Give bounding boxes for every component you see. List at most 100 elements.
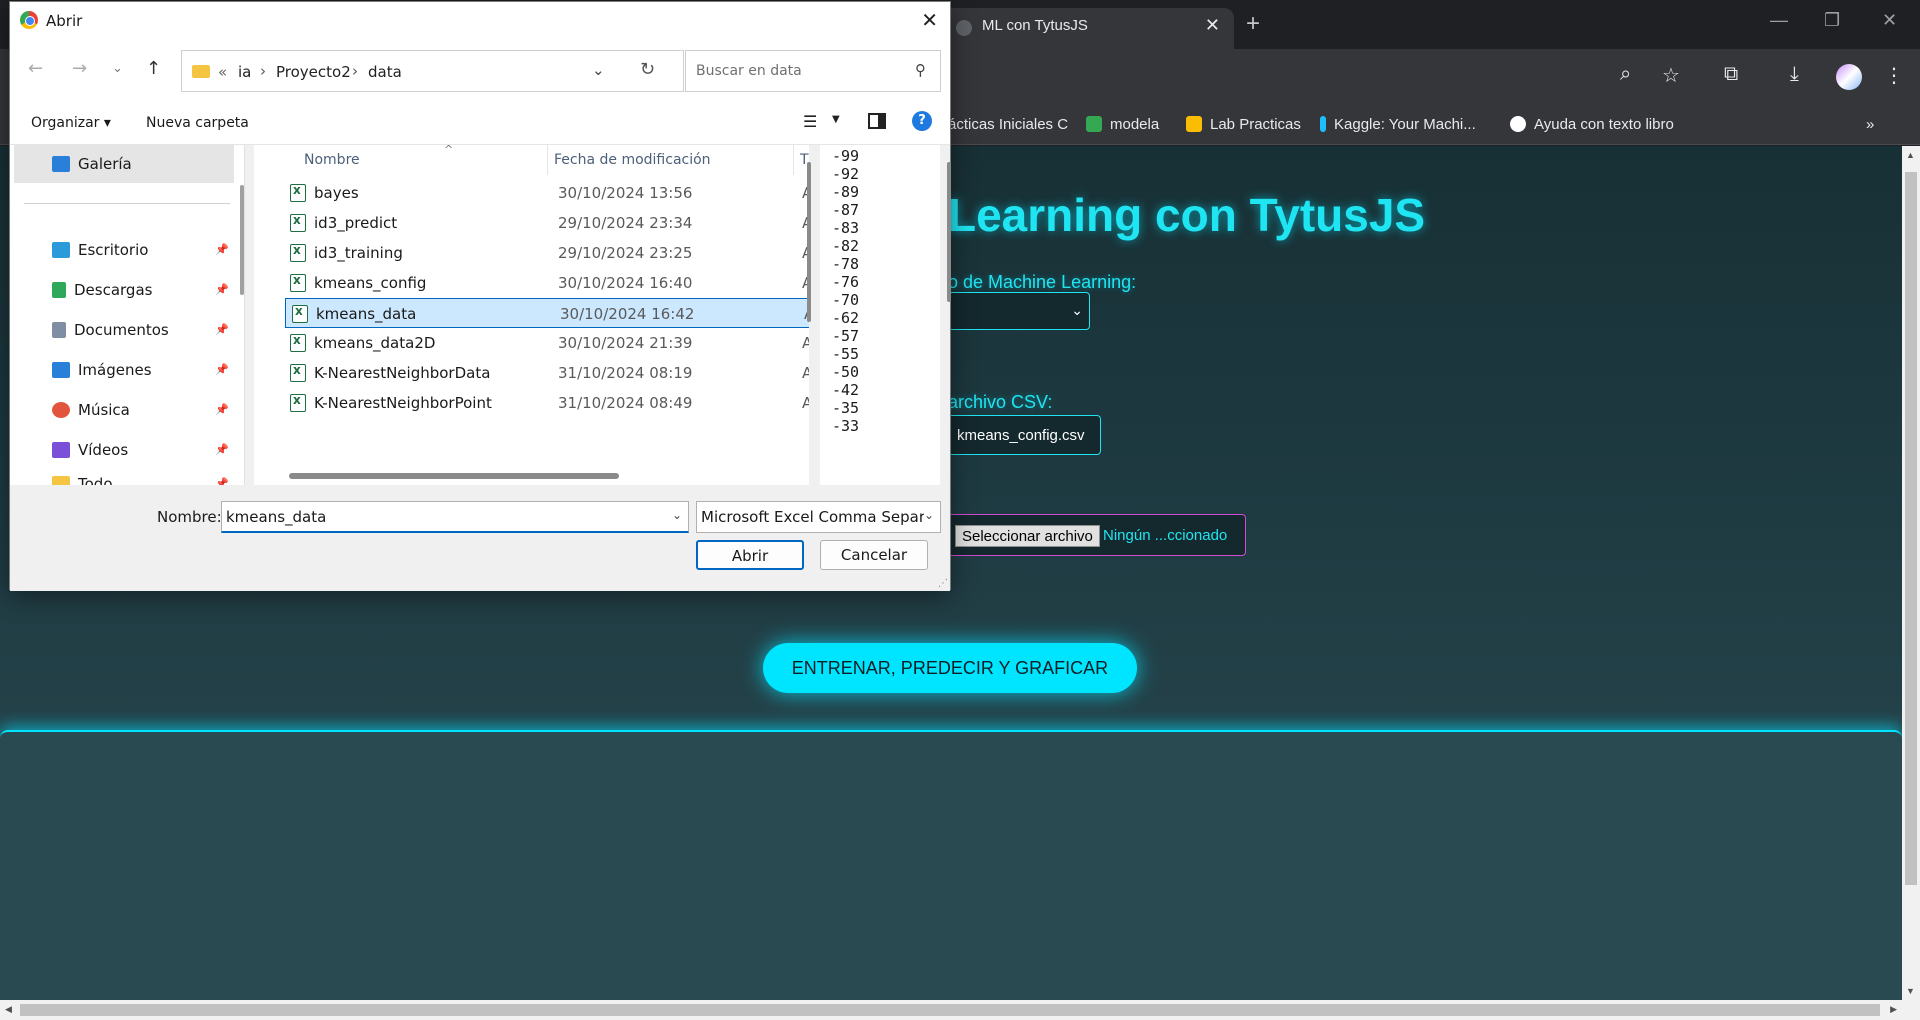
file-row[interactable]: id3_training 29/10/2024 23:25 A	[284, 238, 809, 268]
file-row[interactable]: bayes 30/10/2024 13:56 A	[284, 178, 809, 208]
sidebar-scrollbar[interactable]	[240, 185, 244, 295]
scroll-up-icon[interactable]: ▲	[1906, 150, 1915, 160]
pin-icon[interactable]: 📌	[215, 243, 229, 256]
download-icon[interactable]: ⤓	[1790, 63, 1799, 86]
file-row[interactable]: K-NearestNeighborPoint 31/10/2024 08:49 …	[284, 388, 809, 418]
menu-icon[interactable]: ⋮	[1884, 63, 1904, 88]
sidebar-item-pictures[interactable]: Imágenes	[52, 361, 152, 379]
sidebar-divider	[24, 203, 230, 204]
pin-icon[interactable]: 📌	[215, 283, 229, 296]
pin-icon[interactable]: 📌	[215, 443, 229, 456]
file-type-select[interactable]: Microsoft Excel Comma Separa ⌄	[696, 501, 941, 533]
preview-line: -99	[832, 147, 860, 165]
sidebar-item-downloads[interactable]: Descargas	[52, 281, 152, 299]
column-header-name[interactable]: Nombre	[304, 152, 360, 168]
new-tab-button[interactable]: +	[1246, 10, 1260, 38]
resize-grip-icon[interactable]: ⋰	[938, 578, 948, 589]
restore-icon[interactable]: ❐	[1824, 10, 1840, 31]
bookmark-star-icon[interactable]: ☆	[1662, 63, 1680, 88]
back-arrow-icon[interactable]: ←	[28, 58, 43, 79]
close-window-icon[interactable]: ✕	[1882, 10, 1897, 31]
select-file-button[interactable]: Seleccionar archivo	[955, 525, 1100, 547]
organize-button[interactable]: Organizar ▾	[31, 115, 111, 131]
bookmark-item[interactable]: ácticas Iniciales C	[948, 116, 1068, 133]
tab-close-icon[interactable]: ✕	[1205, 15, 1220, 36]
chevron-down-icon[interactable]: ▼	[832, 114, 840, 125]
pin-icon[interactable]: 📌	[215, 403, 229, 416]
pin-icon[interactable]: 📌	[215, 323, 229, 336]
bookmark-item[interactable]: modela	[1086, 116, 1159, 133]
file-row-selected[interactable]: kmeans_data 30/10/2024 16:42 A	[285, 298, 809, 328]
file-row[interactable]: kmeans_data2D 30/10/2024 21:39 A	[284, 328, 809, 358]
extensions-icon[interactable]: ⧉	[1724, 63, 1738, 86]
page-vertical-scrollbar[interactable]: ▲ ▼	[1902, 146, 1920, 1000]
sidebar-item-todo[interactable]: Todo	[52, 475, 113, 485]
refresh-icon[interactable]: ↻	[640, 59, 655, 80]
algorithm-label: o de Machine Learning:	[948, 272, 1137, 292]
file-row[interactable]: id3_predict 29/10/2024 23:34 A	[284, 208, 809, 238]
more-bookmarks-icon[interactable]: »	[1866, 116, 1874, 133]
minimize-icon[interactable]: —	[1770, 10, 1788, 31]
breadcrumb-ia[interactable]: ia	[238, 63, 251, 81]
profile-avatar[interactable]	[1836, 64, 1862, 90]
breadcrumb-overflow[interactable]: «	[218, 63, 227, 81]
help-icon[interactable]: ?	[912, 111, 932, 131]
bookmark-item[interactable]: Kaggle: Your Machi...	[1320, 116, 1476, 133]
search-input[interactable]: Buscar en data ⚲	[685, 50, 941, 92]
train-button[interactable]: ENTRENAR, PREDECIR Y GRAFICAR	[763, 643, 1137, 693]
file-list-horizontal-scrollbar[interactable]	[289, 473, 619, 479]
file-row[interactable]: K-NearestNeighborData 31/10/2024 08:19 A	[284, 358, 809, 388]
file-list-vertical-scrollbar[interactable]	[807, 162, 811, 322]
bookmark-icon	[1186, 116, 1202, 132]
scroll-thumb[interactable]	[1905, 172, 1917, 885]
open-button[interactable]: Abrir	[696, 540, 804, 570]
breadcrumb-proyecto2[interactable]: Proyecto2	[276, 63, 351, 81]
up-arrow-icon[interactable]: ↑	[146, 58, 161, 79]
algorithm-select[interactable]: ⌄	[948, 292, 1090, 330]
csv-file-input[interactable]: kmeans_config.csv	[948, 415, 1101, 455]
address-dropdown-icon[interactable]: ⌄	[592, 61, 605, 79]
folder-icon	[52, 476, 70, 485]
file-input: Seleccionar archivo Ningún ...ccionado	[948, 514, 1246, 556]
sidebar-item-documents[interactable]: Documentos	[52, 321, 169, 339]
view-options-icon[interactable]: ☰	[803, 112, 817, 131]
preview-line: -62	[832, 309, 860, 327]
scroll-thumb[interactable]	[20, 1004, 1880, 1016]
excel-file-icon	[290, 393, 306, 412]
breadcrumb-separator-icon: ›	[352, 62, 358, 80]
gallery-icon	[52, 156, 70, 172]
preview-line: -87	[832, 201, 860, 219]
cancel-button[interactable]: Cancelar	[820, 540, 928, 570]
pin-icon[interactable]: 📌	[215, 363, 229, 376]
chevron-down-icon[interactable]: ⌄	[672, 508, 682, 522]
address-bar[interactable]: « ia › Proyecto2 › data ⌄ ↻	[181, 50, 684, 92]
scroll-right-icon[interactable]: ▶	[1890, 1004, 1897, 1015]
sidebar-item-videos[interactable]: Vídeos	[52, 441, 128, 459]
preview-scrollbar[interactable]	[947, 162, 951, 302]
zoom-icon[interactable]: ⌕	[1620, 63, 1631, 86]
sidebar-item-desktop[interactable]: Escritorio	[52, 241, 148, 259]
sidebar-item-label: Galería	[52, 155, 132, 173]
forward-arrow-icon[interactable]: →	[72, 58, 87, 79]
bookmark-item[interactable]: Ayuda con texto libro	[1510, 116, 1674, 133]
file-list: ^ Nombre Fecha de modificación T bayes 3…	[254, 145, 809, 485]
scroll-left-icon[interactable]: ◀	[5, 1004, 12, 1015]
file-row[interactable]: kmeans_config 30/10/2024 16:40 A	[284, 268, 809, 298]
breadcrumb-data[interactable]: data	[368, 63, 402, 81]
column-separator[interactable]	[547, 145, 548, 175]
sort-ascending-icon: ^	[444, 145, 454, 156]
new-folder-button[interactable]: Nueva carpeta	[146, 115, 249, 131]
sidebar-item-music[interactable]: Música	[52, 401, 130, 419]
browser-tab[interactable]: ML con TytusJS ✕	[942, 8, 1234, 49]
dialog-close-icon[interactable]: ✕	[921, 8, 938, 32]
column-separator[interactable]	[793, 145, 794, 175]
scroll-down-icon[interactable]: ▼	[1906, 986, 1915, 996]
bookmark-item[interactable]: Lab Practicas	[1186, 116, 1301, 133]
recent-dropdown-icon[interactable]: ⌄	[112, 61, 123, 76]
preview-pane-icon[interactable]	[868, 113, 886, 129]
column-header-modified[interactable]: Fecha de modificación	[554, 152, 711, 168]
file-name-input[interactable]: kmeans_data ⌄	[221, 501, 689, 533]
file-date: 30/10/2024 13:56	[558, 184, 693, 202]
page-horizontal-scrollbar[interactable]: ◀ ▶	[0, 1000, 1920, 1020]
pin-icon[interactable]: 📌	[215, 477, 229, 485]
